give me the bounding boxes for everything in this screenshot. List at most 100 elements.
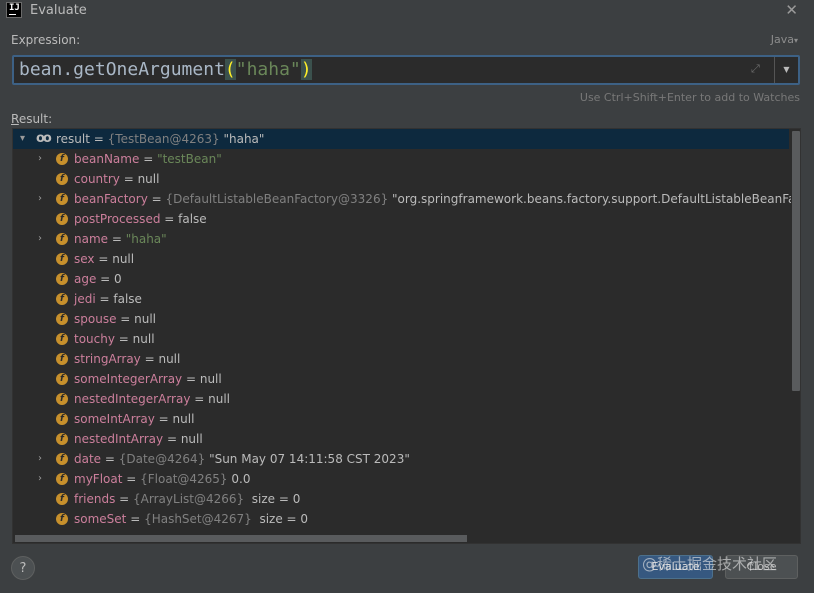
- field-type: {Date@4264}: [118, 452, 206, 466]
- expand-arrow-icon[interactable]: ›: [38, 189, 48, 209]
- tree-row[interactable]: f nestedIntegerArray = null: [13, 389, 789, 409]
- field-name: nestedIntegerArray: [74, 392, 191, 406]
- field-icon: f: [56, 433, 68, 445]
- field-value: null: [199, 372, 222, 386]
- field-value: null: [180, 432, 203, 446]
- field-value: null: [172, 412, 195, 426]
- field-icon: f: [56, 393, 68, 405]
- close-window-icon[interactable]: ✕: [785, 1, 798, 19]
- field-value: false: [113, 292, 142, 306]
- field-value: "haha": [125, 232, 167, 246]
- field-name: age: [74, 272, 97, 286]
- field-name: friends: [74, 492, 116, 506]
- tree-row[interactable]: › f name = "haha": [13, 229, 789, 249]
- expand-arrow-icon[interactable]: ›: [38, 229, 48, 249]
- tree-row[interactable]: f someIntArray = null: [13, 409, 789, 429]
- field-value: "org.springframework.beans.factory.suppo…: [388, 192, 801, 206]
- expression-editor[interactable]: bean.getOneArgument("haha") ⤢ ▼: [12, 55, 800, 85]
- field-value: null: [208, 392, 231, 406]
- result-tree[interactable]: ▾ oo result = {TestBean@4263} "haha" › f b…: [12, 128, 801, 544]
- field-value: 0: [114, 272, 122, 286]
- collapse-arrow-icon[interactable]: ▾: [20, 129, 30, 149]
- field-value: 0.0: [227, 472, 251, 486]
- tree-row[interactable]: f postProcessed = false: [13, 209, 789, 229]
- expand-arrow-icon[interactable]: ›: [38, 149, 48, 169]
- tree-row[interactable]: f someIntegerArray = null: [13, 369, 789, 389]
- tree-row[interactable]: f nestedIntArray = null: [13, 429, 789, 449]
- horizontal-scrollbar[interactable]: [13, 533, 789, 543]
- field-icon: f: [56, 373, 68, 385]
- tree-row[interactable]: › f date = {Date@4264} "Sun May 07 14:11:5…: [13, 449, 789, 469]
- field-name: someIntArray: [74, 412, 155, 426]
- field-icon: f: [56, 413, 68, 425]
- field-name: someIntegerArray: [74, 372, 183, 386]
- tree-row[interactable]: › f myFloat = {Float@4265} 0.0: [13, 469, 789, 489]
- evaluate-button[interactable]: Evaluate: [638, 555, 713, 579]
- field-value: null: [158, 352, 181, 366]
- result-type: {TestBean@4263}: [107, 132, 220, 146]
- field-icon: f: [56, 193, 68, 205]
- field-value: false: [178, 212, 207, 226]
- tree-row[interactable]: › f beanFactory = {DefaultListableBeanFact…: [13, 189, 800, 209]
- field-icon: f: [56, 253, 68, 265]
- field-name: date: [74, 452, 102, 466]
- field-name: country: [74, 172, 120, 186]
- chevron-down-icon: ▾: [793, 36, 798, 45]
- result-label: Result:: [11, 112, 53, 126]
- field-value: "testBean": [157, 152, 222, 166]
- field-name: name: [74, 232, 109, 246]
- tree-row[interactable]: f jedi = false: [13, 289, 789, 309]
- field-value: null: [132, 332, 155, 346]
- field-name: spouse: [74, 312, 117, 326]
- tree-row[interactable]: f country = null: [13, 169, 789, 189]
- field-value: "Sun May 07 14:11:58 CST 2023": [205, 452, 410, 466]
- field-name: beanName: [74, 152, 140, 166]
- tree-row[interactable]: f stringArray = null: [13, 349, 789, 369]
- history-dropdown-button[interactable]: ▼: [774, 57, 798, 83]
- field-name: jedi: [74, 292, 96, 306]
- horizontal-scroll-thumb[interactable]: [15, 535, 467, 542]
- expression-label: Expression:: [11, 33, 81, 47]
- help-button[interactable]: ?: [11, 556, 35, 580]
- vertical-scrollbar[interactable]: [791, 129, 800, 543]
- tree-row[interactable]: f age = 0: [13, 269, 789, 289]
- field-icon: f: [56, 353, 68, 365]
- expand-arrow-icon[interactable]: ›: [38, 449, 48, 469]
- field-icon: f: [56, 153, 68, 165]
- field-value: null: [137, 172, 160, 186]
- close-button[interactable]: Close: [725, 555, 798, 579]
- field-name: touchy: [74, 332, 115, 346]
- expand-arrow-icon[interactable]: ›: [38, 469, 48, 489]
- tree-row[interactable]: f friends = {ArrayList@4266} size = 0: [13, 489, 789, 509]
- field-name: stringArray: [74, 352, 141, 366]
- field-icon: f: [56, 473, 68, 485]
- field-icon: f: [56, 213, 68, 225]
- field-type: {HashSet@4267}: [144, 512, 252, 526]
- watch-glasses-icon: oo: [36, 131, 52, 146]
- field-value: null: [134, 312, 157, 326]
- tree-row[interactable]: f spouse = null: [13, 309, 789, 329]
- field-type: {DefaultListableBeanFactory@3326}: [165, 192, 389, 206]
- field-icon: f: [56, 513, 68, 525]
- expression-input[interactable]: bean.getOneArgument("haha"): [19, 58, 312, 82]
- expand-editor-icon[interactable]: ⤢: [751, 62, 765, 76]
- result-name: result: [56, 132, 90, 146]
- field-icon: f: [56, 233, 68, 245]
- watches-hint: Use Ctrl+Shift+Enter to add to Watches: [579, 91, 800, 104]
- result-root-row[interactable]: ▾ oo result = {TestBean@4263} "haha": [13, 129, 789, 149]
- field-icon: f: [56, 273, 68, 285]
- field-name: sex: [74, 252, 95, 266]
- language-selector[interactable]: Java▾: [771, 33, 798, 46]
- vertical-scroll-thumb[interactable]: [792, 131, 800, 391]
- field-name: nestedIntArray: [74, 432, 164, 446]
- tree-row[interactable]: f sex = null: [13, 249, 789, 269]
- tree-row[interactable]: f someSet = {HashSet@4267} size = 0: [13, 509, 789, 529]
- field-icon: f: [56, 293, 68, 305]
- tree-row[interactable]: f touchy = null: [13, 329, 789, 349]
- field-name: myFloat: [74, 472, 123, 486]
- field-type: {ArrayList@4266}: [133, 492, 245, 506]
- tree-row[interactable]: › f beanName = "testBean": [13, 149, 789, 169]
- field-name: postProcessed: [74, 212, 161, 226]
- window-title: Evaluate: [30, 3, 87, 18]
- field-value: size = 0: [251, 512, 309, 526]
